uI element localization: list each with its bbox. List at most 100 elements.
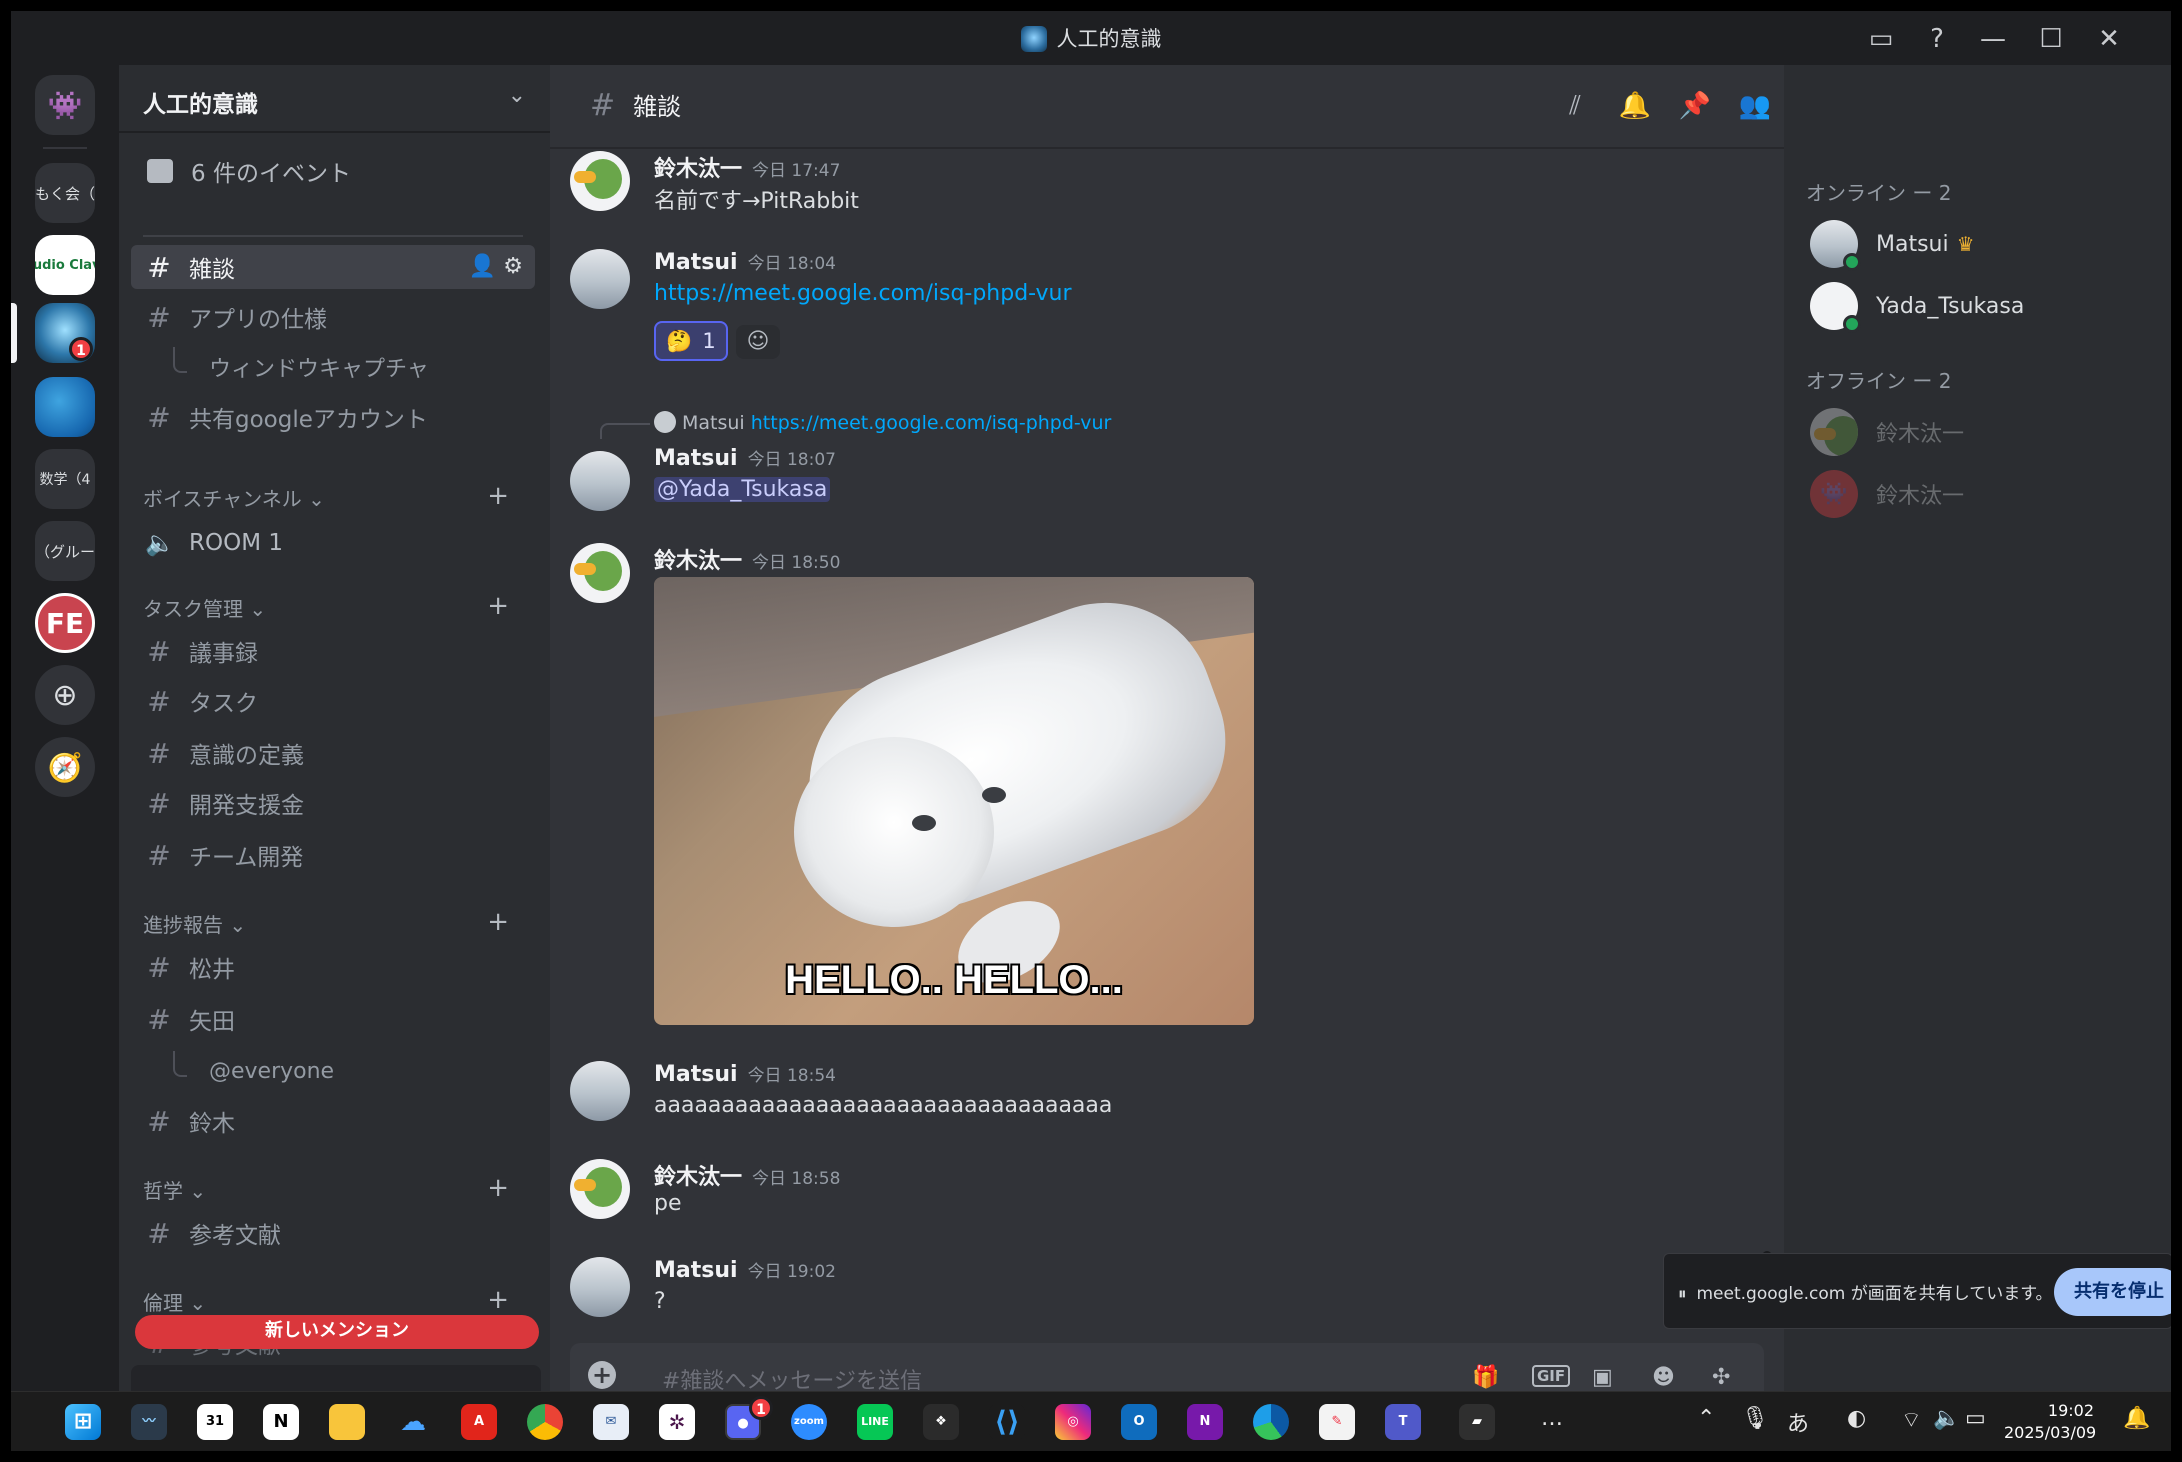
wifi-icon[interactable]: ⌔ (1901, 1406, 1922, 1434)
server-math[interactable]: 数学（4 (35, 449, 95, 509)
notification-bell-icon[interactable]: 🔔 (2123, 1406, 2150, 1431)
message-author[interactable]: Matsui (654, 446, 738, 471)
minimize-button[interactable]: — (1973, 21, 2013, 57)
direct-messages-button[interactable]: 👾 (35, 75, 95, 135)
avatar[interactable] (570, 1257, 630, 1317)
chrome-icon[interactable] (527, 1404, 563, 1440)
member-suzuki[interactable]: 鈴木汰一 (1800, 403, 2156, 461)
gif-attachment[interactable]: HELLO.. HELLO... (654, 577, 1254, 1025)
apps-icon[interactable]: ✣ (1712, 1365, 1730, 1390)
add-channel-icon[interactable]: + (487, 1173, 509, 1203)
instagram-icon[interactable]: ◎ (1055, 1404, 1091, 1440)
reply-preview[interactable]: Matsui https://meet.google.com/isq-phpd-… (654, 411, 1111, 434)
thread-window-capture[interactable]: ウィンドウキャプチャ (165, 347, 535, 387)
server-header[interactable]: 人工的意識 ⌄ (119, 65, 550, 133)
channel-shared-google[interactable]: # 共有googleアカウント (131, 395, 535, 439)
ime-indicator[interactable]: あ (1787, 1406, 1809, 1438)
zoom-icon[interactable]: zoom (791, 1404, 827, 1440)
microphone-icon[interactable]: 🎙 (1741, 1406, 1769, 1431)
add-channel-icon[interactable]: + (487, 1285, 509, 1315)
thread-everyone[interactable]: @everyone (165, 1051, 535, 1091)
new-mention-pill[interactable]: 新しいメンション (135, 1315, 539, 1349)
server-blue[interactable] (35, 377, 95, 437)
acrobat-icon[interactable]: A (461, 1404, 497, 1440)
message-author[interactable]: Matsui (654, 250, 738, 275)
channel-suzuki[interactable]: # 鈴木 (131, 1099, 535, 1143)
server-studio-clavis[interactable]: Studio Clavis (35, 235, 95, 295)
onedrive-icon[interactable]: ☁ (395, 1404, 431, 1440)
slack-icon[interactable]: ✲ (659, 1404, 695, 1440)
reaction-thinking[interactable]: 🤔 1 (654, 321, 728, 361)
gift-icon[interactable]: 🎁 (1472, 1365, 1499, 1390)
message-author[interactable]: Matsui (654, 1062, 738, 1087)
add-channel-icon[interactable]: + (487, 481, 509, 511)
channel-ishiki-teigi[interactable]: # 意識の定義 (131, 731, 535, 775)
app-icon[interactable]: ✉ (593, 1404, 629, 1440)
server-fe[interactable]: FE (35, 593, 95, 653)
invite-icon[interactable]: 👤 (469, 254, 496, 279)
volume-icon[interactable]: 🔈 (1933, 1406, 1960, 1431)
avatar[interactable] (570, 249, 630, 309)
channel-task[interactable]: # タスク (131, 679, 535, 723)
notes-app-icon[interactable]: ✎ (1319, 1404, 1355, 1440)
category-voice[interactable]: ボイスチャンネル ⌄ + (143, 481, 523, 513)
gear-icon[interactable]: ⚙ (503, 254, 523, 279)
member-matsui[interactable]: Matsui ♛ (1800, 215, 2156, 273)
message-link[interactable]: https://meet.google.com/isq-phpd-vur (654, 281, 1072, 306)
channel-matsui[interactable]: # 松井 (131, 945, 535, 989)
message-author[interactable]: 鈴木汰一 (654, 1165, 742, 1190)
category-ethics[interactable]: 倫理 ⌄ + (143, 1285, 523, 1317)
battery-icon[interactable]: ▭ (1965, 1406, 1986, 1431)
clock[interactable]: 19:02 2025/03/09 (2004, 1400, 2096, 1444)
more-apps-icon[interactable]: … (1541, 1406, 1563, 1431)
category-progress[interactable]: 進捗報告 ⌄ + (143, 907, 523, 939)
add-reaction-icon[interactable]: ☺ (736, 325, 780, 359)
server-moku[interactable]: もく会（ (35, 163, 95, 223)
chart-app-icon[interactable]: 〰 (131, 1404, 167, 1440)
chevron-up-icon[interactable]: ⌃ (1697, 1406, 1715, 1431)
onenote-icon[interactable]: N (1187, 1404, 1223, 1440)
add-channel-icon[interactable]: + (487, 591, 509, 621)
sticker-icon[interactable]: ▣ (1592, 1365, 1613, 1390)
outlook-icon[interactable]: O (1121, 1404, 1157, 1440)
channel-references[interactable]: # 参考文献 (131, 1211, 535, 1255)
add-server-button[interactable]: ⊕ (35, 665, 95, 725)
focus-icon[interactable]: ◐ (1847, 1406, 1866, 1431)
file-explorer-icon[interactable] (329, 1404, 365, 1440)
screen-share-icon[interactable]: ▭ (1861, 21, 1901, 57)
channel-app-spec[interactable]: # アプリの仕様 (131, 295, 535, 339)
line-icon[interactable]: LINE (857, 1404, 893, 1440)
member-suzuki-2[interactable]: 👾 鈴木汰一 (1800, 465, 2156, 523)
message-author[interactable]: Matsui (654, 1258, 738, 1283)
channel-yada[interactable]: # 矢田 (131, 997, 535, 1041)
help-icon[interactable]: ? (1917, 21, 1957, 57)
events-button[interactable]: 6 件のイベント (135, 149, 537, 193)
gif-icon[interactable]: GIF (1532, 1365, 1571, 1387)
avatar[interactable] (570, 1061, 630, 1121)
notion-icon[interactable]: N (263, 1404, 299, 1440)
teams-icon[interactable]: T (1385, 1404, 1421, 1440)
edge-icon[interactable] (1253, 1404, 1289, 1440)
davinci-icon[interactable]: ❖ (923, 1404, 959, 1440)
upload-plus-icon[interactable]: + (588, 1361, 616, 1389)
add-channel-icon[interactable]: + (487, 907, 509, 937)
voice-channel-room1[interactable]: 🔈 ROOM 1 (131, 521, 535, 565)
channel-gijiroku[interactable]: # 議事録 (131, 629, 535, 673)
user-panel[interactable] (131, 1365, 541, 1391)
close-button[interactable]: ✕ (2089, 21, 2129, 57)
vscode-icon[interactable]: ⟨⟩ (989, 1404, 1025, 1440)
threads-icon[interactable]: ⫽ (1558, 91, 1592, 125)
message-author[interactable]: 鈴木汰一 (654, 157, 742, 182)
active-app-icon[interactable]: ▰ (1459, 1404, 1495, 1440)
pin-icon[interactable]: 📌 (1678, 91, 1712, 125)
member-yada[interactable]: Yada_Tsukasa (1800, 277, 2156, 335)
server-group[interactable]: （グルー (35, 521, 95, 581)
explore-servers-button[interactable]: 🧭 (35, 737, 95, 797)
emoji-icon[interactable]: ☻ (1652, 1365, 1675, 1390)
calendar-app-icon[interactable]: 31 (197, 1404, 233, 1440)
channel-kaihatsu-shienkin[interactable]: # 開発支援金 (131, 781, 535, 825)
maximize-button[interactable]: ☐ (2031, 21, 2071, 57)
avatar[interactable] (570, 451, 630, 511)
category-task[interactable]: タスク管理 ⌄ + (143, 591, 523, 623)
avatar[interactable] (570, 151, 630, 211)
